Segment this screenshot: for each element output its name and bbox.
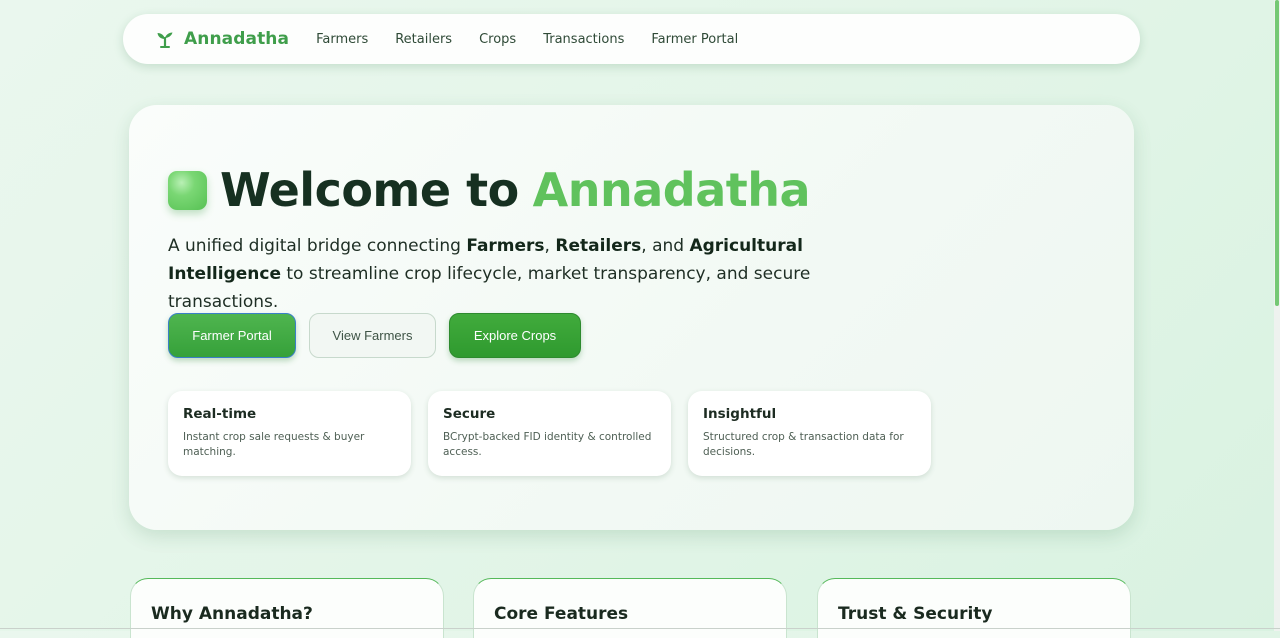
nav-link-farmer-portal[interactable]: Farmer Portal (651, 32, 738, 47)
leaf-badge-icon (168, 170, 207, 210)
feature-card-secure: Secure BCrypt-backed FID identity & cont… (428, 391, 671, 476)
explore-crops-button[interactable]: Explore Crops (449, 313, 581, 358)
feature-card-desc: Instant crop sale requests & buyer match… (183, 431, 365, 458)
feature-card-title: Real-time (183, 406, 257, 422)
sprout-icon (157, 32, 173, 48)
scrollbar[interactable] (1274, 0, 1280, 631)
nav-link-transactions[interactable]: Transactions (543, 32, 624, 47)
feature-card-title: Secure (443, 406, 496, 422)
hero-desc-farmers: Farmers (466, 236, 545, 256)
brand-logo[interactable]: Annadatha (156, 29, 289, 49)
feature-cards: Real-time Instant crop sale requests & b… (168, 391, 948, 476)
info-card-title: Trust & Security (838, 604, 993, 624)
info-card-why: Why Annadatha? (130, 578, 444, 638)
info-card-trust-security: Trust & Security (817, 578, 1131, 638)
divider (0, 628, 1280, 629)
hero-desc-text: A unified digital bridge connecting (168, 236, 467, 256)
nav-links: Farmers Retailers Crops Transactions Far… (299, 32, 748, 47)
scrollbar-thumb[interactable] (1275, 0, 1279, 306)
nav-link-retailers[interactable]: Retailers (395, 32, 452, 47)
info-card-core-features: Core Features (473, 578, 787, 638)
feature-card-desc: Structured crop & transaction data for d… (703, 431, 904, 458)
hero-title-accent: Annadatha (532, 163, 811, 217)
top-navbar: Annadatha Farmers Retailers Crops Transa… (123, 14, 1140, 64)
feature-card-desc: BCrypt-backed FID identity & controlled … (443, 431, 652, 458)
hero-desc-retailers: Retailers (555, 236, 642, 256)
hero-title-prefix: Welcome to (220, 163, 519, 217)
view-farmers-button[interactable]: View Farmers (309, 313, 436, 358)
feature-card-title: Insightful (703, 406, 777, 422)
brand-name: Annadatha (184, 29, 290, 49)
info-card-title: Core Features (494, 604, 629, 624)
feature-card-realtime: Real-time Instant crop sale requests & b… (168, 391, 411, 476)
hero-desc-comma: , (544, 236, 556, 256)
hero-title: Welcome to Annadatha (168, 163, 811, 217)
hero-card: Welcome to Annadatha A unified digital b… (129, 105, 1134, 530)
nav-link-crops[interactable]: Crops (479, 32, 516, 47)
nav-link-farmers[interactable]: Farmers (316, 32, 368, 47)
hero-description: A unified digital bridge connecting Farm… (168, 232, 908, 316)
hero-desc-and: , and (641, 236, 690, 256)
info-card-title: Why Annadatha? (151, 604, 313, 624)
farmer-portal-button[interactable]: Farmer Portal (168, 313, 296, 358)
hero-actions: Farmer Portal View Farmers Explore Crops (168, 313, 594, 358)
info-sections: Why Annadatha? Core Features Trust & Sec… (130, 578, 1132, 638)
feature-card-insightful: Insightful Structured crop & transaction… (688, 391, 931, 476)
